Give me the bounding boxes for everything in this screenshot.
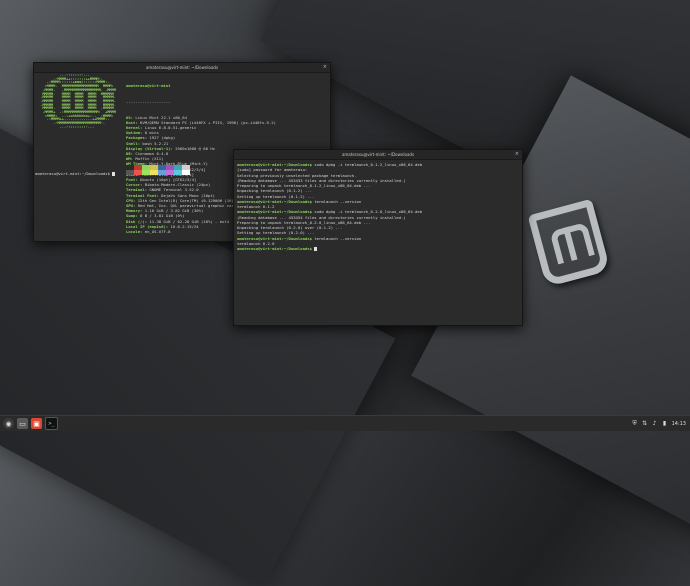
info-key: Locale: (126, 229, 143, 235)
line-text: Unpacking termlaunch (0.1.2) ... (237, 188, 312, 194)
line-text: Preparing to unpack termlaunch_0.2.0_lin… (237, 219, 371, 225)
battery-icon[interactable]: ▮ (662, 420, 668, 427)
line-text: Selecting previously unselected package … (237, 172, 357, 178)
show-desktop-icon[interactable]: ▭ (17, 418, 28, 429)
line-text: Setting up termlaunch (0.2.0) ... (237, 230, 315, 236)
info-value: 2560x1600 @ 60 Hz (172, 145, 216, 151)
prompt: amaterasu@virt-mint:~/Downloads$ (237, 246, 315, 251)
line-text: sudo dpkg -i termlaunch_0.1.2_linux_x86_… (314, 162, 423, 167)
line-text: sudo dpkg -i termlaunch_0.2.0_linux_x86_… (314, 209, 423, 215)
palette-swatch (174, 170, 182, 175)
palette-swatch (158, 170, 166, 175)
close-icon[interactable]: × (323, 63, 327, 72)
info-value: en_US.UTF-8 (142, 229, 171, 235)
window-titlebar[interactable]: amaterasu@virt-mint: ~/Downloads × (234, 150, 522, 160)
close-icon[interactable]: × (515, 150, 519, 159)
palette-swatch (182, 170, 190, 175)
palette-swatch (126, 170, 134, 175)
terminal-window-dpkg[interactable]: amaterasu@virt-mint: ~/Downloads × amate… (233, 149, 523, 326)
line-text: termlaunch 0.1.2 (237, 204, 275, 209)
terminal-output[interactable]: amaterasu@virt-mint:~/Downloads$ sudo dp… (234, 160, 522, 253)
palette-swatch (134, 170, 142, 175)
window-titlebar[interactable]: amaterasu@virt-mint: ~/Downloads × (34, 63, 330, 73)
line-text: termlaunch 0.2.0 (237, 240, 275, 246)
system-tray: ⛨ ⇅ ♪ ▮ 14:13 (632, 420, 686, 427)
line-text: [sudo] password for amaterasu: (237, 167, 308, 173)
line-text: Unpacking termlaunch (0.2.0) over (0.1.2… (237, 225, 343, 230)
line-text: Setting up termlaunch (0.1.2) ... (237, 193, 315, 199)
cursor (112, 172, 115, 176)
color-palette-bright (126, 170, 190, 175)
clock[interactable]: 14:13 (672, 421, 686, 427)
line-text: (Reading database ... 453433 files and d… (237, 177, 406, 183)
palette-swatch (166, 170, 174, 175)
line-text: termlaunch --version (314, 235, 362, 241)
line-text: termlaunch --version (314, 198, 362, 204)
window-title: amaterasu@virt-mint: ~/Downloads (341, 152, 415, 157)
taskbar: ◉ ▭ ▣ >_ ⛨ ⇅ ♪ ▮ 14:13 (0, 415, 690, 431)
mint-ascii-logo: ...-::::::-... .-MMMM++:::::::++MMMM-. .… (40, 73, 116, 129)
prompt: amaterasu@virt-mint:~/Downloads$ (237, 209, 315, 215)
files-icon[interactable]: ▣ (31, 418, 42, 429)
window-title: amaterasu@virt-mint: ~/Downloads (145, 65, 219, 70)
mint-menu-icon[interactable]: ◉ (3, 418, 14, 429)
prompt: amaterasu@virt-mint:~/Downloads$ (237, 198, 315, 204)
terminal-prompt[interactable]: amaterasu@virt-mint:~/Downloads$ (35, 171, 115, 176)
line-text: Preparing to unpack termlaunch_0.1.2_lin… (237, 183, 371, 188)
user-host: amaterasu@virt-mint (126, 83, 171, 89)
separator: ------------------- (126, 99, 171, 105)
volume-icon[interactable]: ♪ (652, 420, 658, 427)
terminal-icon[interactable]: >_ (45, 417, 58, 430)
info-value: 10.0.2.15/24 (168, 223, 199, 229)
cursor (314, 247, 317, 251)
network-icon[interactable]: ⇅ (642, 420, 648, 427)
prompt: amaterasu@virt-mint:~/Downloads$ (237, 162, 315, 167)
shield-icon[interactable]: ⛨ (632, 420, 638, 427)
prompt: amaterasu@virt-mint:~/Downloads$ (237, 235, 315, 241)
palette-swatch (142, 170, 150, 175)
palette-swatch (150, 170, 158, 175)
terminal-line: amaterasu@virt-mint:~/Downloads$ (237, 246, 519, 251)
line-text: (Reading database ... 453454 files and d… (237, 214, 406, 220)
